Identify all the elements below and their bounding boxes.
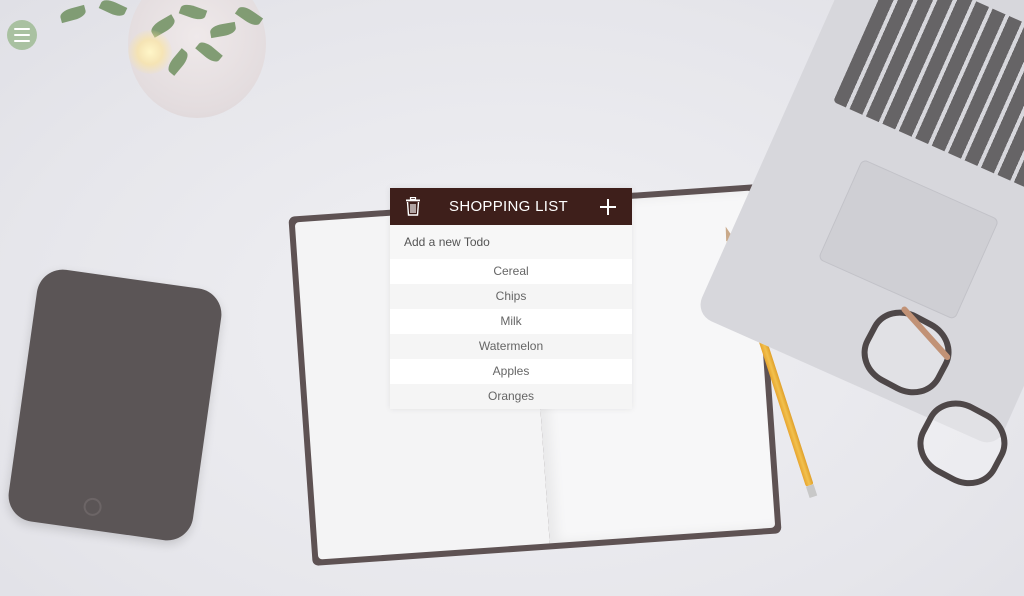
- plus-icon: [600, 198, 616, 215]
- list-item[interactable]: Milk: [390, 309, 632, 334]
- leaf-decoration: [58, 4, 88, 24]
- shopping-list-items: Cereal Chips Milk Watermelon Apples Oran…: [390, 259, 632, 409]
- hamburger-menu-icon: [14, 40, 30, 42]
- pencil-eraser: [805, 484, 818, 499]
- glasses-lens-right: [906, 388, 1019, 498]
- list-item[interactable]: Chips: [390, 284, 632, 309]
- list-item[interactable]: Watermelon: [390, 334, 632, 359]
- list-item[interactable]: Apples: [390, 359, 632, 384]
- leaf-decoration: [98, 0, 128, 19]
- laptop-trackpad: [817, 158, 1000, 321]
- shopping-list-widget: SHOPPING LIST Cereal Chips Milk Watermel…: [390, 188, 632, 409]
- hamburger-menu-icon: [14, 34, 30, 36]
- light-flare: [128, 30, 172, 74]
- hamburger-menu-icon: [14, 28, 30, 30]
- new-todo-input[interactable]: [390, 225, 632, 259]
- add-item-button[interactable]: [599, 197, 617, 217]
- list-item[interactable]: Oranges: [390, 384, 632, 409]
- trash-icon: [406, 197, 420, 216]
- menu-button[interactable]: [7, 20, 37, 50]
- shopping-list-title: SHOPPING LIST: [449, 198, 568, 215]
- list-item[interactable]: Cereal: [390, 259, 632, 284]
- shopping-list-header: SHOPPING LIST: [390, 188, 632, 225]
- delete-button[interactable]: [404, 197, 422, 217]
- phone-home-button: [82, 496, 103, 518]
- smartphone-image: [5, 266, 225, 544]
